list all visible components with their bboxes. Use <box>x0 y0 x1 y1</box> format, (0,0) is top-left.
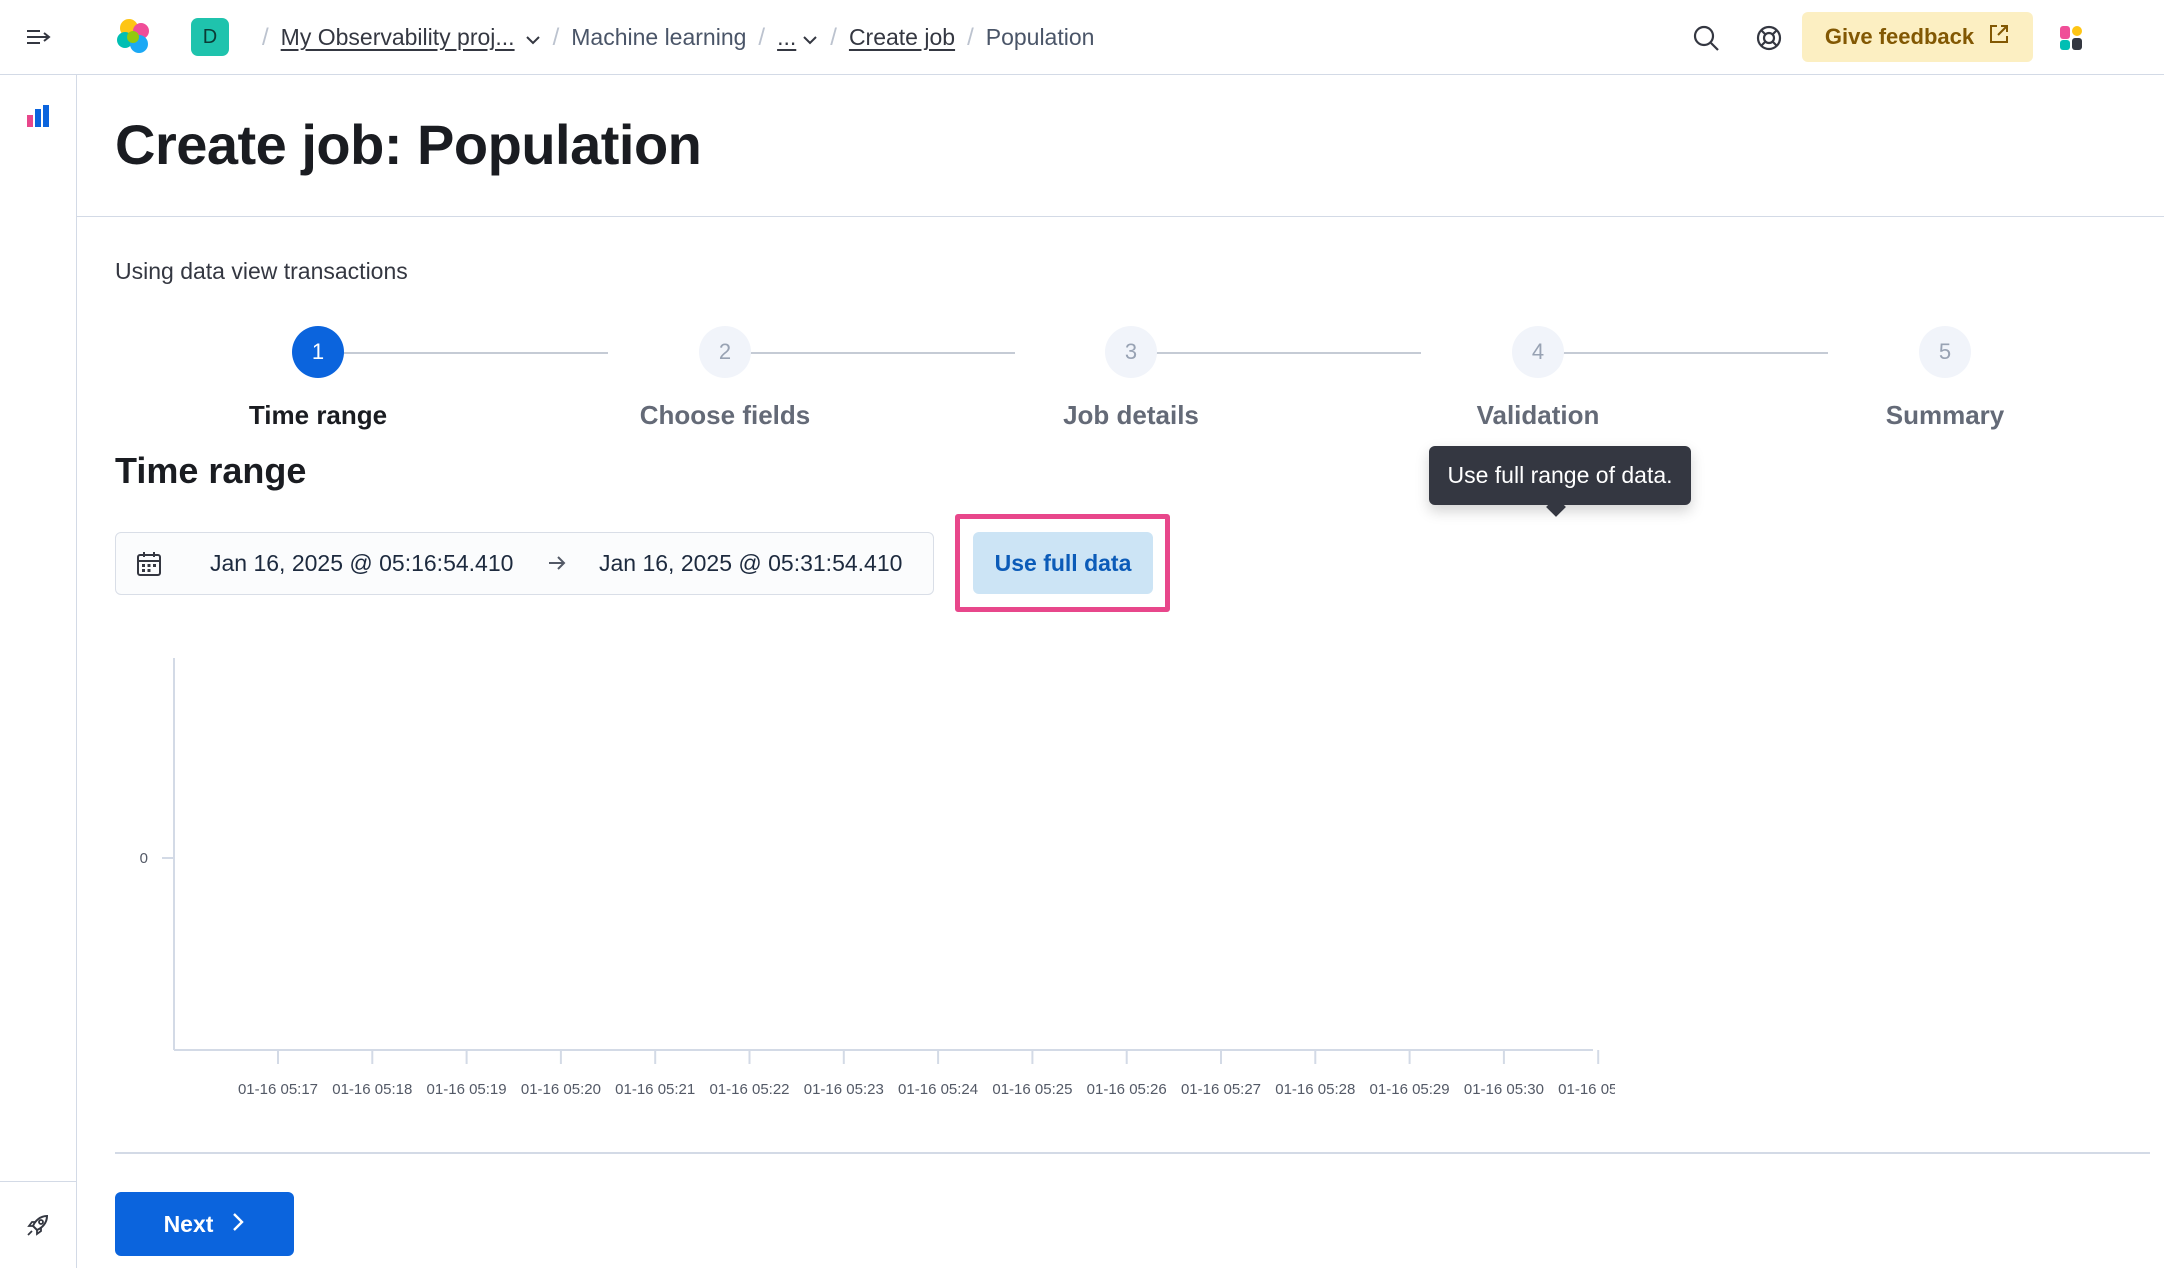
nav-toggle-icon[interactable] <box>18 20 60 54</box>
y-tick-label: 0 <box>140 850 148 867</box>
step-number: 2 <box>699 326 751 378</box>
breadcrumb-machine-learning[interactable]: Machine learning <box>571 24 746 51</box>
chevron-down-icon[interactable] <box>802 24 818 51</box>
end-date[interactable]: Jan 16, 2025 @ 05:31:54.410 <box>599 550 902 577</box>
elastic-logo-icon[interactable] <box>114 17 154 57</box>
breadcrumb-separator: / <box>967 23 974 51</box>
x-tick-label: 01-16 05:24 <box>898 1081 978 1098</box>
next-button[interactable]: Next <box>115 1192 294 1256</box>
step-label: Job details <box>1063 400 1199 430</box>
calendar-icon[interactable] <box>136 551 162 577</box>
x-tick-label: 01-16 05:21 <box>615 1081 695 1098</box>
section-title: Time range <box>115 450 307 491</box>
give-feedback-label: Give feedback <box>1824 24 1975 49</box>
divider <box>77 216 2164 217</box>
x-tick-label: 01-16 05:20 <box>521 1081 601 1098</box>
x-tick-label: 01-16 05:28 <box>1275 1081 1355 1098</box>
sidebar <box>0 75 77 1268</box>
use-full-data-button[interactable]: Use full data <box>973 532 1153 594</box>
give-feedback-button[interactable]: Give feedback <box>1802 12 2033 62</box>
breadcrumb-separator: / <box>552 23 560 51</box>
x-tick-label: 01-16 05:26 <box>1087 1081 1167 1098</box>
step-label: Validation <box>1476 400 1600 430</box>
date-range-picker[interactable]: Jan 16, 2025 @ 05:16:54.410 Jan 16, 2025… <box>115 532 934 595</box>
chevron-right-icon <box>231 1211 245 1238</box>
breadcrumb: / My Observability proj... / Machine lea… <box>250 0 1094 75</box>
event-rate-chart: 0 01-16 05:17 01-16 05:18 01-16 05:19 01-16 … <box>115 650 1615 1110</box>
tooltip: Use full range of data. <box>1429 446 1691 505</box>
step-number: 4 <box>1512 326 1564 378</box>
breadcrumb-separator: / <box>830 23 837 51</box>
start-date[interactable]: Jan 16, 2025 @ 05:16:54.410 <box>210 550 513 577</box>
rocket-icon[interactable] <box>19 1206 57 1244</box>
breadcrumb-more[interactable]: ... <box>777 24 796 51</box>
step-number: 3 <box>1105 326 1157 378</box>
space-avatar[interactable]: D <box>191 18 229 56</box>
search-icon[interactable] <box>1686 18 1726 58</box>
step-validation[interactable]: 4 Validation <box>1388 326 1688 431</box>
wizard-steps: 1 Time range 2 Choose fields 3 Job detai… <box>115 326 2115 436</box>
external-link-icon <box>1988 23 2010 51</box>
chart-svg: 0 01-16 05:17 01-16 05:18 01-16 05:19 01-16 … <box>140 658 1615 1098</box>
breadcrumb-project[interactable]: My Observability proj... <box>281 24 515 51</box>
apps-menu-icon[interactable] <box>2056 22 2088 54</box>
x-tick-label: 01-16 05:31 <box>1558 1081 1615 1098</box>
x-tick-label: 01-16 05:29 <box>1370 1081 1450 1098</box>
top-header: D / My Observability proj... / Machine l… <box>0 0 2164 75</box>
step-label: Summary <box>1885 400 2005 430</box>
help-icon[interactable] <box>1749 18 1789 58</box>
space-initial: D <box>202 25 218 48</box>
x-tick-label: 01-16 05:19 <box>427 1081 507 1098</box>
x-tick-label: 01-16 05:22 <box>709 1081 789 1098</box>
breadcrumb-separator: / <box>262 23 269 51</box>
step-choose-fields[interactable]: 2 Choose fields <box>575 326 875 431</box>
breadcrumb-separator: / <box>758 23 766 51</box>
step-job-details[interactable]: 3 Job details <box>981 326 1281 431</box>
step-summary[interactable]: 5 Summary <box>1795 326 2095 431</box>
x-tick-label: 01-16 05:18 <box>332 1081 412 1098</box>
page-title: Create job: Population <box>115 113 702 176</box>
chevron-down-icon[interactable] <box>525 24 541 51</box>
machine-learning-icon[interactable] <box>19 97 57 135</box>
step-time-range[interactable]: 1 Time range <box>168 326 468 431</box>
arrow-right-icon <box>546 552 568 574</box>
breadcrumb-current: Population <box>985 24 1095 50</box>
x-tick-label: 01-16 05:27 <box>1181 1081 1261 1098</box>
x-tick-label: 01-16 05:23 <box>804 1081 884 1098</box>
data-view-subtitle: Using data view transactions <box>115 258 408 284</box>
step-label: Time range <box>248 400 388 430</box>
x-tick-label: 01-16 05:30 <box>1464 1081 1544 1098</box>
x-tick-label: 01-16 05:25 <box>992 1081 1072 1098</box>
x-tick-label: 01-16 05:17 <box>238 1081 318 1098</box>
step-number: 1 <box>292 326 344 378</box>
sidebar-footer <box>0 1181 77 1268</box>
next-label: Next <box>163 1210 214 1237</box>
step-number: 5 <box>1919 326 1971 378</box>
step-label: Choose fields <box>639 400 811 430</box>
breadcrumb-create-job[interactable]: Create job <box>849 24 955 51</box>
divider <box>115 1152 2150 1154</box>
